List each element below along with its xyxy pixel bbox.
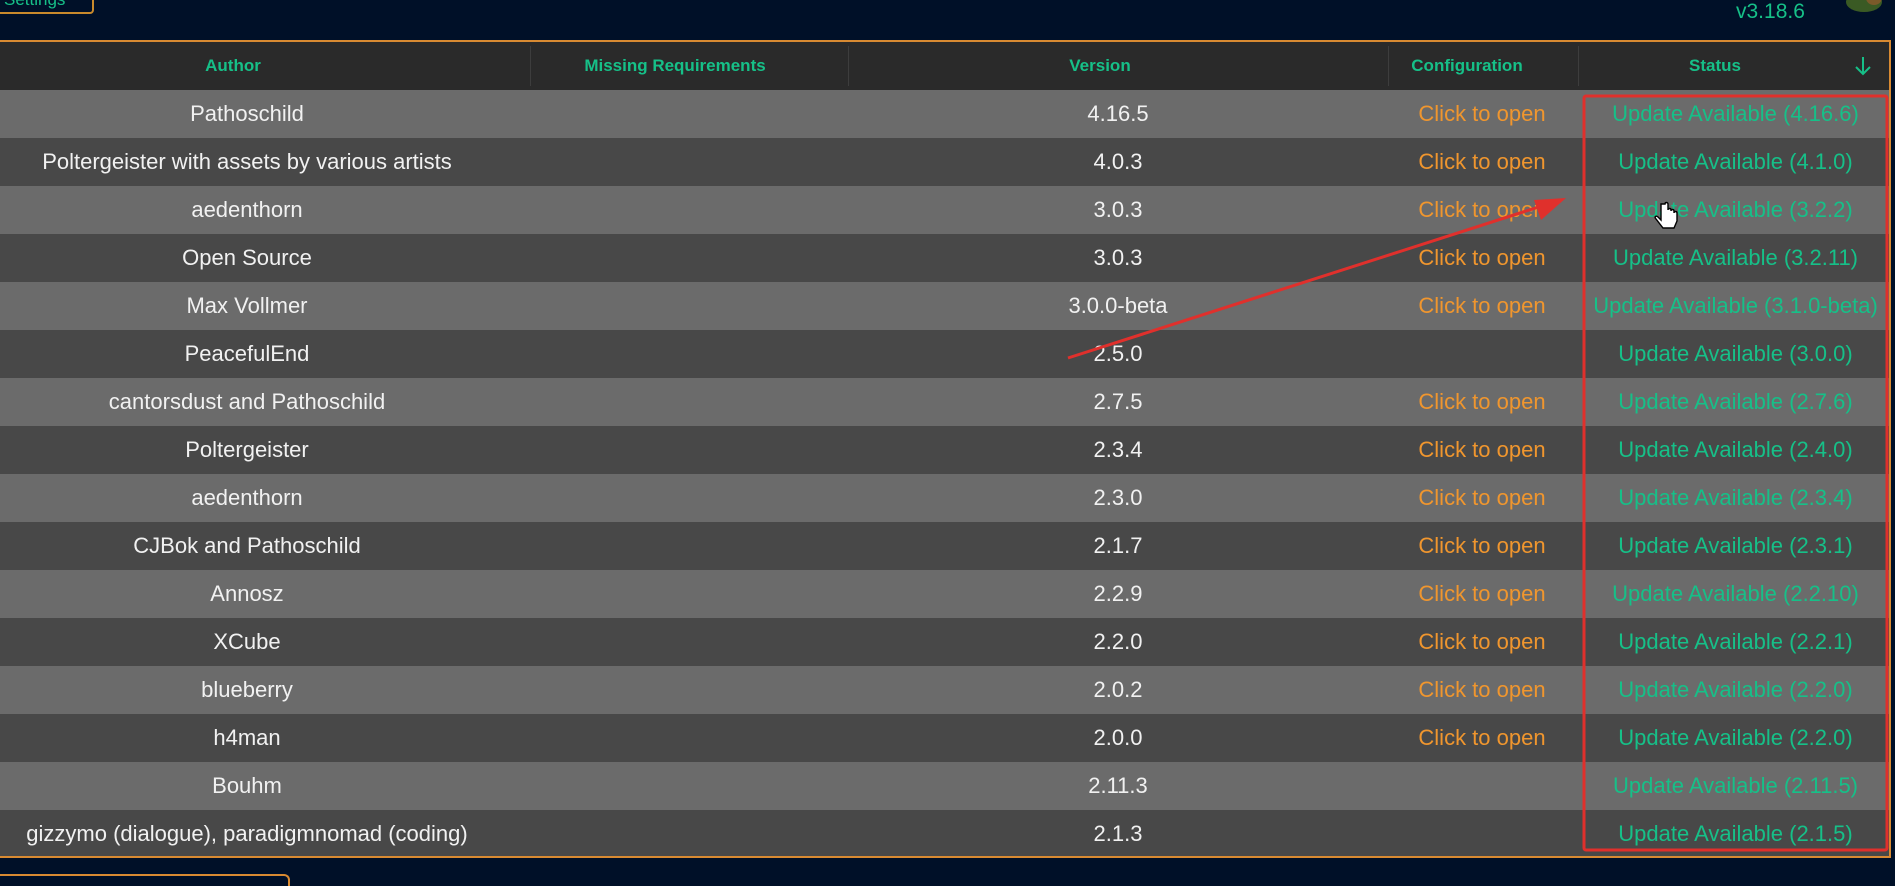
update-status-link[interactable]: Update Available (2.4.0): [1584, 426, 1887, 474]
config-open-link[interactable]: Click to open: [1380, 378, 1584, 426]
author-cell: Pathoschild: [190, 101, 304, 126]
update-status-link[interactable]: Update Available (2.2.0): [1584, 666, 1887, 714]
version-cell: 3.0.3: [1093, 197, 1143, 222]
table-row[interactable]: aedenthorn 3.0.3 Click to open Update Avail…: [0, 186, 1889, 234]
settings-button[interactable]: Settings: [0, 0, 94, 14]
column-divider[interactable]: [530, 46, 531, 86]
column-divider[interactable]: [848, 46, 849, 86]
version-cell: 4.0.3: [1093, 149, 1143, 174]
table-row[interactable]: Pathoschild 4.16.5 Click to open Update Ava…: [0, 90, 1889, 138]
config-open-link[interactable]: Click to open: [1380, 666, 1584, 714]
update-status-link[interactable]: Update Available (2.2.1): [1584, 618, 1887, 666]
table-row[interactable]: Max Vollmer 3.0.0-beta Click to open Update…: [0, 282, 1889, 330]
table-row[interactable]: aedenthorn 2.3.0 Click to open Update Avail…: [0, 474, 1889, 522]
top-bar: Settings v3.18.6: [0, 0, 1895, 40]
author-cell: Poltergeister: [185, 437, 309, 462]
config-open-link[interactable]: Click to open: [1380, 282, 1584, 330]
author-cell: aedenthorn: [191, 197, 303, 222]
version-cell: 2.3.0: [1093, 485, 1143, 510]
table-header: Author Missing Requirements Version Conf…: [0, 42, 1889, 91]
update-status-link[interactable]: Update Available (2.2.10): [1584, 570, 1887, 618]
table-row[interactable]: XCube 2.2.0 Click to open Update Available …: [0, 618, 1889, 666]
author-cell: PeacefulEnd: [184, 341, 310, 366]
author-cell: CJBok and Pathoschild: [133, 533, 361, 558]
update-status-link[interactable]: Update Available (2.11.5): [1584, 762, 1887, 810]
update-status-link[interactable]: Update Available (2.2.0): [1584, 714, 1887, 762]
update-status-link[interactable]: Update Available (2.1.5): [1584, 810, 1887, 856]
config-open-link[interactable]: Click to open: [1380, 90, 1584, 138]
bottom-panel-tab[interactable]: [0, 874, 290, 886]
config-open-link: [1380, 330, 1584, 378]
column-header-status[interactable]: Status: [1640, 42, 1790, 90]
author-cell: Poltergeister with assets by various art…: [42, 149, 452, 174]
author-cell: XCube: [213, 629, 281, 654]
author-cell: cantorsdust and Pathoschild: [108, 389, 386, 414]
arrow-down-icon[interactable]: [1852, 54, 1874, 78]
table-row[interactable]: cantorsdust and Pathoschild 2.7.5 Click to…: [0, 378, 1889, 426]
author-cell: aedenthorn: [191, 485, 303, 510]
table-row[interactable]: Poltergeister with assets by various art…: [0, 138, 1889, 186]
app-logo-icon: [1846, 0, 1882, 12]
column-header-author[interactable]: Author: [0, 42, 466, 90]
version-cell: 2.7.5: [1093, 389, 1143, 414]
version-cell: 2.2.0: [1093, 629, 1143, 654]
update-status-link[interactable]: Update Available (3.2.2): [1584, 186, 1887, 234]
config-open-link[interactable]: Click to open: [1380, 138, 1584, 186]
update-status-link[interactable]: Update Available (3.1.0-beta): [1584, 282, 1887, 330]
version-cell: 2.3.4: [1093, 437, 1143, 462]
update-status-link[interactable]: Update Available (2.3.1): [1584, 522, 1887, 570]
table-row[interactable]: PeacefulEnd 2.5.0 Update Available (3.0.0): [0, 330, 1889, 378]
config-open-link: [1380, 810, 1584, 856]
author-cell: Annosz: [210, 581, 284, 606]
table-row[interactable]: Poltergeister 2.3.4 Click to open Update Av…: [0, 426, 1889, 474]
table-row[interactable]: h4man 2.0.0 Click to open Update Available …: [0, 714, 1889, 762]
update-status-link[interactable]: Update Available (3.0.0): [1584, 330, 1887, 378]
version-cell: 2.5.0: [1093, 341, 1143, 366]
version-cell: 3.0.3: [1093, 245, 1143, 270]
table-row[interactable]: Bouhm 2.11.3 Update Available (2.11.5): [0, 762, 1889, 810]
update-status-link[interactable]: Update Available (4.16.6): [1584, 90, 1887, 138]
version-cell: 3.0.0-beta: [1068, 293, 1168, 318]
column-header-configuration[interactable]: Configuration: [1392, 42, 1542, 90]
version-cell: 2.1.7: [1093, 533, 1143, 558]
version-cell: 2.0.0: [1093, 725, 1143, 750]
update-status-link[interactable]: Update Available (2.3.4): [1584, 474, 1887, 522]
version-cell: 2.1.3: [1093, 821, 1143, 846]
column-header-missing-requirements[interactable]: Missing Requirements: [540, 42, 810, 90]
author-cell: h4man: [213, 725, 281, 750]
author-cell: gizzymo (dialogue), paradigmnomad (codin…: [26, 821, 468, 846]
update-status-link[interactable]: Update Available (3.2.11): [1584, 234, 1887, 282]
config-open-link[interactable]: Click to open: [1380, 186, 1584, 234]
update-status-link[interactable]: Update Available (2.7.6): [1584, 378, 1887, 426]
author-cell: Bouhm: [212, 773, 282, 798]
table-row[interactable]: blueberry 2.0.2 Click to open Update Availa…: [0, 666, 1889, 714]
column-header-version[interactable]: Version: [950, 42, 1250, 90]
app-version: v3.18.6: [1736, 0, 1805, 23]
author-cell: Open Source: [182, 245, 312, 270]
version-cell: 2.11.3: [1088, 773, 1148, 798]
author-cell: Max Vollmer: [186, 293, 308, 318]
update-status-link[interactable]: Update Available (4.1.0): [1584, 138, 1887, 186]
config-open-link: [1380, 762, 1584, 810]
version-cell: 2.0.2: [1093, 677, 1143, 702]
config-open-link[interactable]: Click to open: [1380, 426, 1584, 474]
config-open-link[interactable]: Click to open: [1380, 618, 1584, 666]
version-cell: 4.16.5: [1087, 101, 1149, 126]
table-row[interactable]: CJBok and Pathoschild 2.1.7 Click to open U…: [0, 522, 1889, 570]
mods-table: Author Missing Requirements Version Conf…: [0, 40, 1891, 858]
config-open-link[interactable]: Click to open: [1380, 714, 1584, 762]
config-open-link[interactable]: Click to open: [1380, 522, 1584, 570]
config-open-link[interactable]: Click to open: [1380, 570, 1584, 618]
table-row[interactable]: Open Source 3.0.3 Click to open Update Avai…: [0, 234, 1889, 282]
version-cell: 2.2.9: [1093, 581, 1143, 606]
column-divider[interactable]: [1578, 46, 1579, 86]
config-open-link[interactable]: Click to open: [1380, 234, 1584, 282]
table-row[interactable]: gizzymo (dialogue), paradigmnomad (codin…: [0, 810, 1889, 856]
column-divider[interactable]: [1388, 46, 1389, 86]
author-cell: blueberry: [201, 677, 293, 702]
config-open-link[interactable]: Click to open: [1380, 474, 1584, 522]
table-row[interactable]: Annosz 2.2.9 Click to open Update Available…: [0, 570, 1889, 618]
